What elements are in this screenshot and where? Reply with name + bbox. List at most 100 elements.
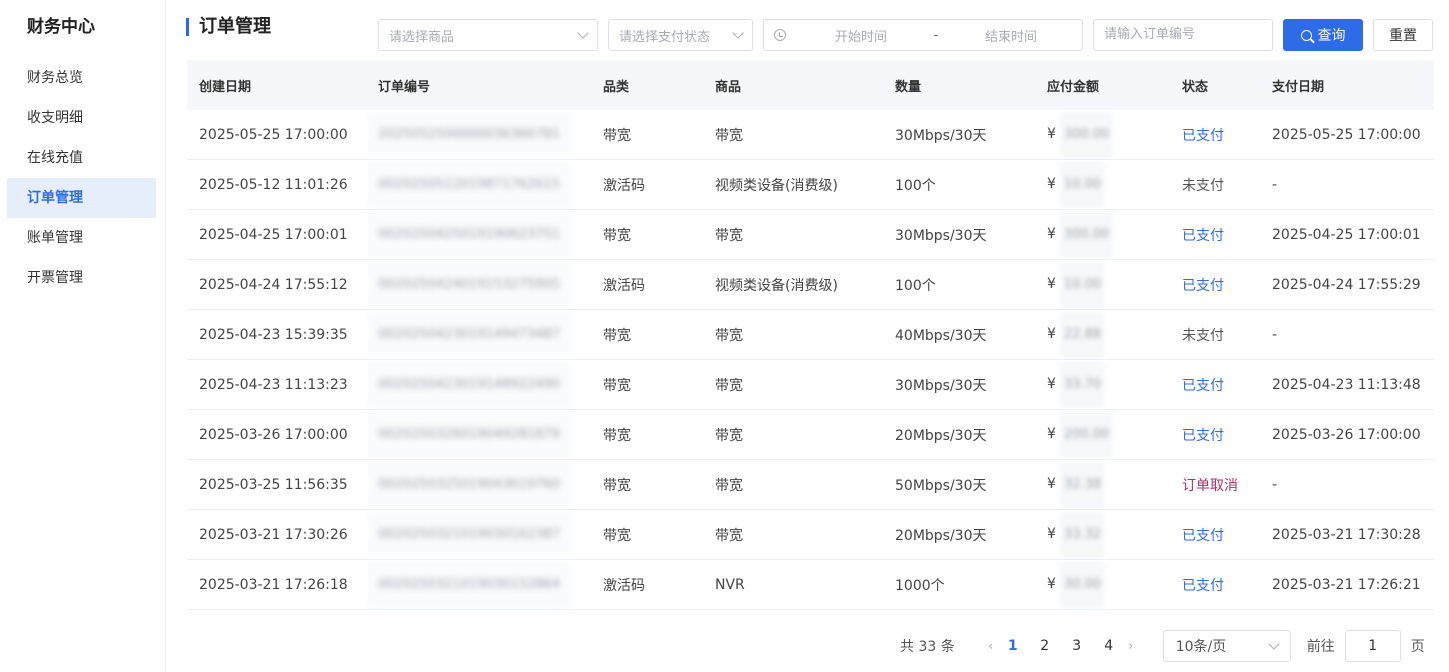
sidebar-item-bills[interactable]: 账单管理 xyxy=(7,218,156,258)
page-title: 订单管理 xyxy=(186,18,271,36)
table-row: 2025-03-26 17:00:00 002025032601904928187… xyxy=(187,410,1434,460)
header-category: 品类 xyxy=(603,79,630,95)
cell-qty: 20Mbps/30天 xyxy=(895,427,987,444)
order-no-redacted: 0020250321019030162387 xyxy=(366,510,571,559)
goto-label: 前往 xyxy=(1306,639,1335,655)
cell-amount: ¥200.00 xyxy=(1035,410,1170,459)
sidebar-item-orders[interactable]: 订单管理 xyxy=(7,178,156,218)
cell-product: NVR xyxy=(715,576,745,593)
page-2[interactable]: 2 xyxy=(1029,638,1061,654)
cell-category: 带宽 xyxy=(603,477,631,494)
table-row: 2025-05-12 11:01:26 002025051201987176261… xyxy=(187,160,1434,210)
header-product: 商品 xyxy=(715,79,742,95)
status-badge: 已支付 xyxy=(1182,277,1224,294)
cell-order-no: 0020250512019871762615 xyxy=(366,160,591,209)
cell-paid-date: 2025-03-26 17:00:00 xyxy=(1272,426,1421,443)
cell-created: 2025-04-25 17:00:01 xyxy=(199,226,348,243)
amount-redacted: 22.88 xyxy=(1059,310,1106,359)
product-select[interactable]: 请选择商品 xyxy=(378,19,598,51)
order-no-redacted: 2025052500000036366781 xyxy=(366,110,571,159)
cell-product: 带宽 xyxy=(715,377,743,394)
cell-amount: ¥22.88 xyxy=(1035,310,1170,359)
chevron-right-icon[interactable]: › xyxy=(1125,639,1137,654)
amount-redacted: 10.00 xyxy=(1059,160,1106,209)
sidebar-title: 财务中心 xyxy=(27,17,95,37)
page-1[interactable]: 1 xyxy=(997,638,1029,654)
cell-created: 2025-03-25 11:56:35 xyxy=(199,476,348,493)
cell-product: 带宽 xyxy=(715,477,743,494)
status-badge: 未支付 xyxy=(1182,327,1224,344)
page-3[interactable]: 3 xyxy=(1061,638,1093,654)
header-status: 状态 xyxy=(1182,79,1209,95)
sidebar-item-overview[interactable]: 财务总览 xyxy=(7,58,156,98)
cell-created: 2025-04-23 11:13:23 xyxy=(199,376,348,393)
currency-symbol: ¥ xyxy=(1047,225,1056,242)
cell-qty: 100个 xyxy=(895,177,936,194)
date-range-picker[interactable]: 开始时间 - 结束时间 xyxy=(763,19,1083,51)
cell-product: 视频类设备(消费级) xyxy=(715,277,838,294)
cell-order-no: 0020250326019049281879 xyxy=(366,410,591,459)
sidebar-item-recharge[interactable]: 在线充值 xyxy=(7,138,156,178)
header-qty: 数量 xyxy=(895,79,922,95)
order-no-redacted: 0020250325019043619760 xyxy=(366,460,571,509)
end-date-input[interactable]: 结束时间 xyxy=(946,26,1076,45)
order-no-redacted: 0020250423019148922490 xyxy=(366,360,571,409)
chevron-left-icon[interactable]: ‹ xyxy=(985,639,997,654)
goto-page-input[interactable]: 1 xyxy=(1344,630,1401,662)
cell-created: 2025-03-21 17:30:26 xyxy=(199,526,348,543)
order-no-redacted: 0020250321019030152864 xyxy=(366,560,571,609)
cell-created: 2025-05-25 17:00:00 xyxy=(199,126,348,143)
toolbar: 订单管理 请选择商品 请选择支付状态 开始时间 - 结束时间 请输入订单编号 查… xyxy=(186,0,1434,58)
status-badge: 未支付 xyxy=(1182,177,1224,194)
amount-redacted: 32.38 xyxy=(1059,460,1106,509)
table-row: 2025-04-23 11:13:23 002025042301914892249… xyxy=(187,360,1434,410)
cell-order-no: 0020250321019030162387 xyxy=(366,510,591,559)
table-row: 2025-04-25 17:00:01 002025042501919062375… xyxy=(187,210,1434,260)
currency-symbol: ¥ xyxy=(1047,375,1056,392)
pay-status-select[interactable]: 请选择支付状态 xyxy=(608,19,753,51)
amount-redacted: 33.70 xyxy=(1059,360,1106,409)
currency-symbol: ¥ xyxy=(1047,525,1056,542)
cell-paid-date: 2025-05-25 17:00:00 xyxy=(1272,126,1421,143)
cell-qty: 30Mbps/30天 xyxy=(895,227,987,244)
cell-category: 带宽 xyxy=(603,527,631,544)
orders-table: 创建日期 订单编号 品类 商品 数量 应付金额 状态 支付日期 2025-05-… xyxy=(187,60,1434,610)
start-date-input[interactable]: 开始时间 xyxy=(796,26,926,45)
cell-paid-date: 2025-03-21 17:26:21 xyxy=(1272,576,1421,593)
cell-created: 2025-04-24 17:55:12 xyxy=(199,276,348,293)
cell-created: 2025-05-12 11:01:26 xyxy=(199,176,348,193)
pagination: 共 33 条 ‹ 1 2 3 4 › 10条/页 前往 1 页 xyxy=(900,630,1425,662)
search-icon xyxy=(1300,29,1312,41)
cell-category: 激活码 xyxy=(603,577,645,594)
header-amount: 应付金额 xyxy=(1047,79,1100,95)
status-badge: 已支付 xyxy=(1182,427,1224,444)
order-no-input[interactable]: 请输入订单编号 xyxy=(1093,19,1273,51)
currency-symbol: ¥ xyxy=(1047,575,1056,592)
table-row: 2025-04-24 17:55:12 002025042401915327590… xyxy=(187,260,1434,310)
header-order-no: 订单编号 xyxy=(378,79,431,95)
header-created: 创建日期 xyxy=(199,79,252,95)
cell-qty: 50Mbps/30天 xyxy=(895,477,987,494)
reset-button[interactable]: 重置 xyxy=(1373,19,1433,51)
page-size-select[interactable]: 10条/页 xyxy=(1162,630,1291,662)
sidebar-item-invoices[interactable]: 开票管理 xyxy=(7,258,156,298)
cell-category: 带宽 xyxy=(603,127,631,144)
sidebar-item-transactions[interactable]: 收支明细 xyxy=(7,98,156,138)
currency-symbol: ¥ xyxy=(1047,425,1056,442)
query-button[interactable]: 查询 xyxy=(1283,19,1363,51)
order-no-redacted: 0020250423019149473487 xyxy=(366,310,571,359)
amount-redacted: 300.00 xyxy=(1059,110,1114,159)
cell-product: 带宽 xyxy=(715,527,743,544)
currency-symbol: ¥ xyxy=(1047,325,1056,342)
cell-amount: ¥33.70 xyxy=(1035,360,1170,409)
amount-redacted: 33.32 xyxy=(1059,510,1106,559)
order-no-redacted: 0020250425019190623751 xyxy=(366,210,571,259)
cell-amount: ¥30.00 xyxy=(1035,560,1170,609)
sidebar: 财务中心 财务总览 收支明细 在线充值 订单管理 账单管理 开票管理 xyxy=(0,0,166,672)
table-row: 2025-03-21 17:26:18 002025032101903015286… xyxy=(187,560,1434,610)
amount-redacted: 300.00 xyxy=(1059,210,1114,259)
cell-paid-date: 2025-04-24 17:55:29 xyxy=(1272,276,1421,293)
cell-amount: ¥32.38 xyxy=(1035,460,1170,509)
currency-symbol: ¥ xyxy=(1047,475,1056,492)
page-4[interactable]: 4 xyxy=(1093,638,1125,654)
